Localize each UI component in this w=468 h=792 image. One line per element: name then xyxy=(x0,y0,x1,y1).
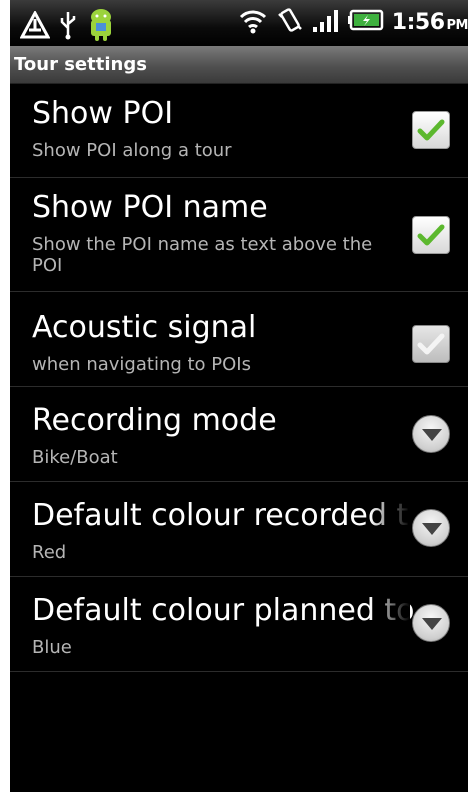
status-bar-notifications xyxy=(19,8,116,46)
setting-default-colour-planned[interactable]: Default colour planned to Blue xyxy=(10,577,468,672)
setting-summary: Show the POI name as text above the POI xyxy=(32,234,373,276)
status-bar: 1:56 PM xyxy=(10,0,468,46)
text-fade xyxy=(370,577,410,671)
chevron-down-icon xyxy=(422,429,442,441)
vibrate-icon xyxy=(276,6,304,38)
wifi-icon xyxy=(238,6,268,38)
setting-summary: Bike/Boat xyxy=(32,447,118,468)
checkmark-icon xyxy=(417,333,445,355)
show-poi-name-checkbox[interactable] xyxy=(412,216,450,254)
setting-title: Acoustic signal xyxy=(32,310,257,345)
usb-icon xyxy=(58,10,78,44)
chevron-down-icon xyxy=(422,523,442,535)
acoustic-signal-checkbox[interactable] xyxy=(412,325,450,363)
setting-title: Show POI xyxy=(32,96,174,131)
clock-ampm: PM xyxy=(446,17,468,33)
battery-icon xyxy=(347,9,384,35)
setting-show-poi[interactable]: Show POI Show POI along a tour xyxy=(10,84,468,178)
setting-summary: Red xyxy=(32,542,67,563)
setting-summary: when navigating to POIs xyxy=(32,354,251,375)
settings-screen: 1:56 PM Tour settings Show POI Show POI a… xyxy=(10,0,468,792)
setting-show-poi-name[interactable]: Show POI name Show the POI name as text … xyxy=(10,178,468,292)
title-bar: Tour settings xyxy=(10,46,468,84)
warning-icon xyxy=(19,9,51,43)
signal-icon xyxy=(312,7,340,37)
checkmark-icon xyxy=(417,224,445,246)
default-colour-recorded-dropdown[interactable] xyxy=(412,509,450,547)
text-fade xyxy=(370,482,410,576)
setting-acoustic-signal[interactable]: Acoustic signal when navigating to POIs xyxy=(10,292,468,387)
page-title: Tour settings xyxy=(14,54,147,75)
chevron-down-icon xyxy=(422,618,442,630)
setting-title: Show POI name xyxy=(32,190,268,225)
setting-summary: Blue xyxy=(32,637,72,658)
show-poi-checkbox[interactable] xyxy=(412,111,450,149)
status-bar-system: 1:56 PM xyxy=(238,6,468,38)
setting-recording-mode[interactable]: Recording mode Bike/Boat xyxy=(10,387,468,482)
clock-time: 1:56 xyxy=(391,9,445,35)
setting-summary: Show POI along a tour xyxy=(32,140,232,161)
setting-default-colour-recorded[interactable]: Default colour recorded t Red xyxy=(10,482,468,577)
checkmark-icon xyxy=(417,119,445,141)
setting-title: Recording mode xyxy=(32,403,277,438)
setting-title: Default colour recorded t xyxy=(32,498,409,533)
setting-title: Default colour planned to xyxy=(32,593,415,628)
recording-mode-dropdown[interactable] xyxy=(412,415,450,453)
settings-list: Show POI Show POI along a tour Show POI … xyxy=(10,84,468,672)
clock: 1:56 PM xyxy=(392,10,468,35)
default-colour-planned-dropdown[interactable] xyxy=(412,604,450,642)
android-icon xyxy=(86,8,116,46)
